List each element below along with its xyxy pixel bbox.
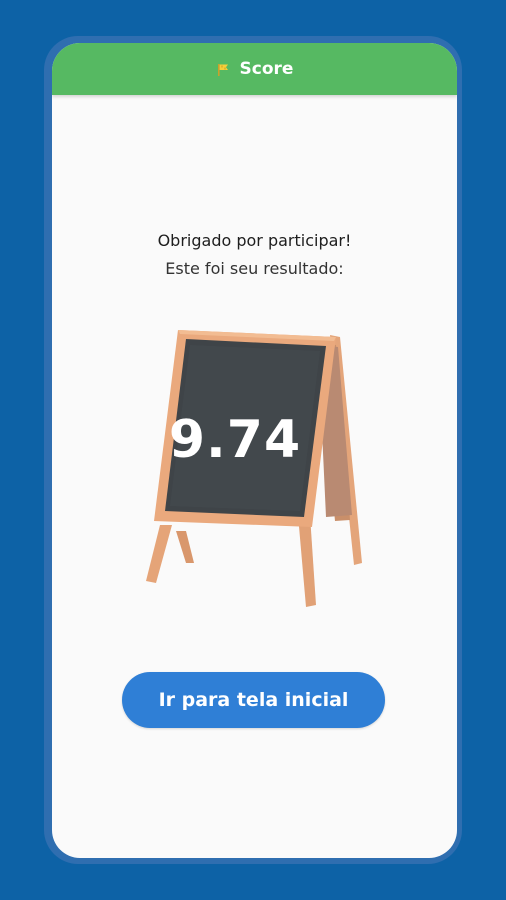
app-title: Score <box>239 59 294 79</box>
flag-icon <box>216 62 230 76</box>
result-line: Este foi seu resultado: <box>165 259 344 278</box>
app-bar: Score <box>52 43 457 95</box>
phone-screen: Score Obrigado por participar! Este foi … <box>52 43 457 858</box>
thanks-line: Obrigado por participar! <box>157 231 352 250</box>
score-value: 9.74 <box>168 410 302 470</box>
go-home-button[interactable]: Ir para tela inicial <box>122 672 385 728</box>
chalkboard: 9.74 <box>140 325 370 610</box>
thanks-message: Obrigado por participar! Este foi seu re… <box>52 227 457 283</box>
